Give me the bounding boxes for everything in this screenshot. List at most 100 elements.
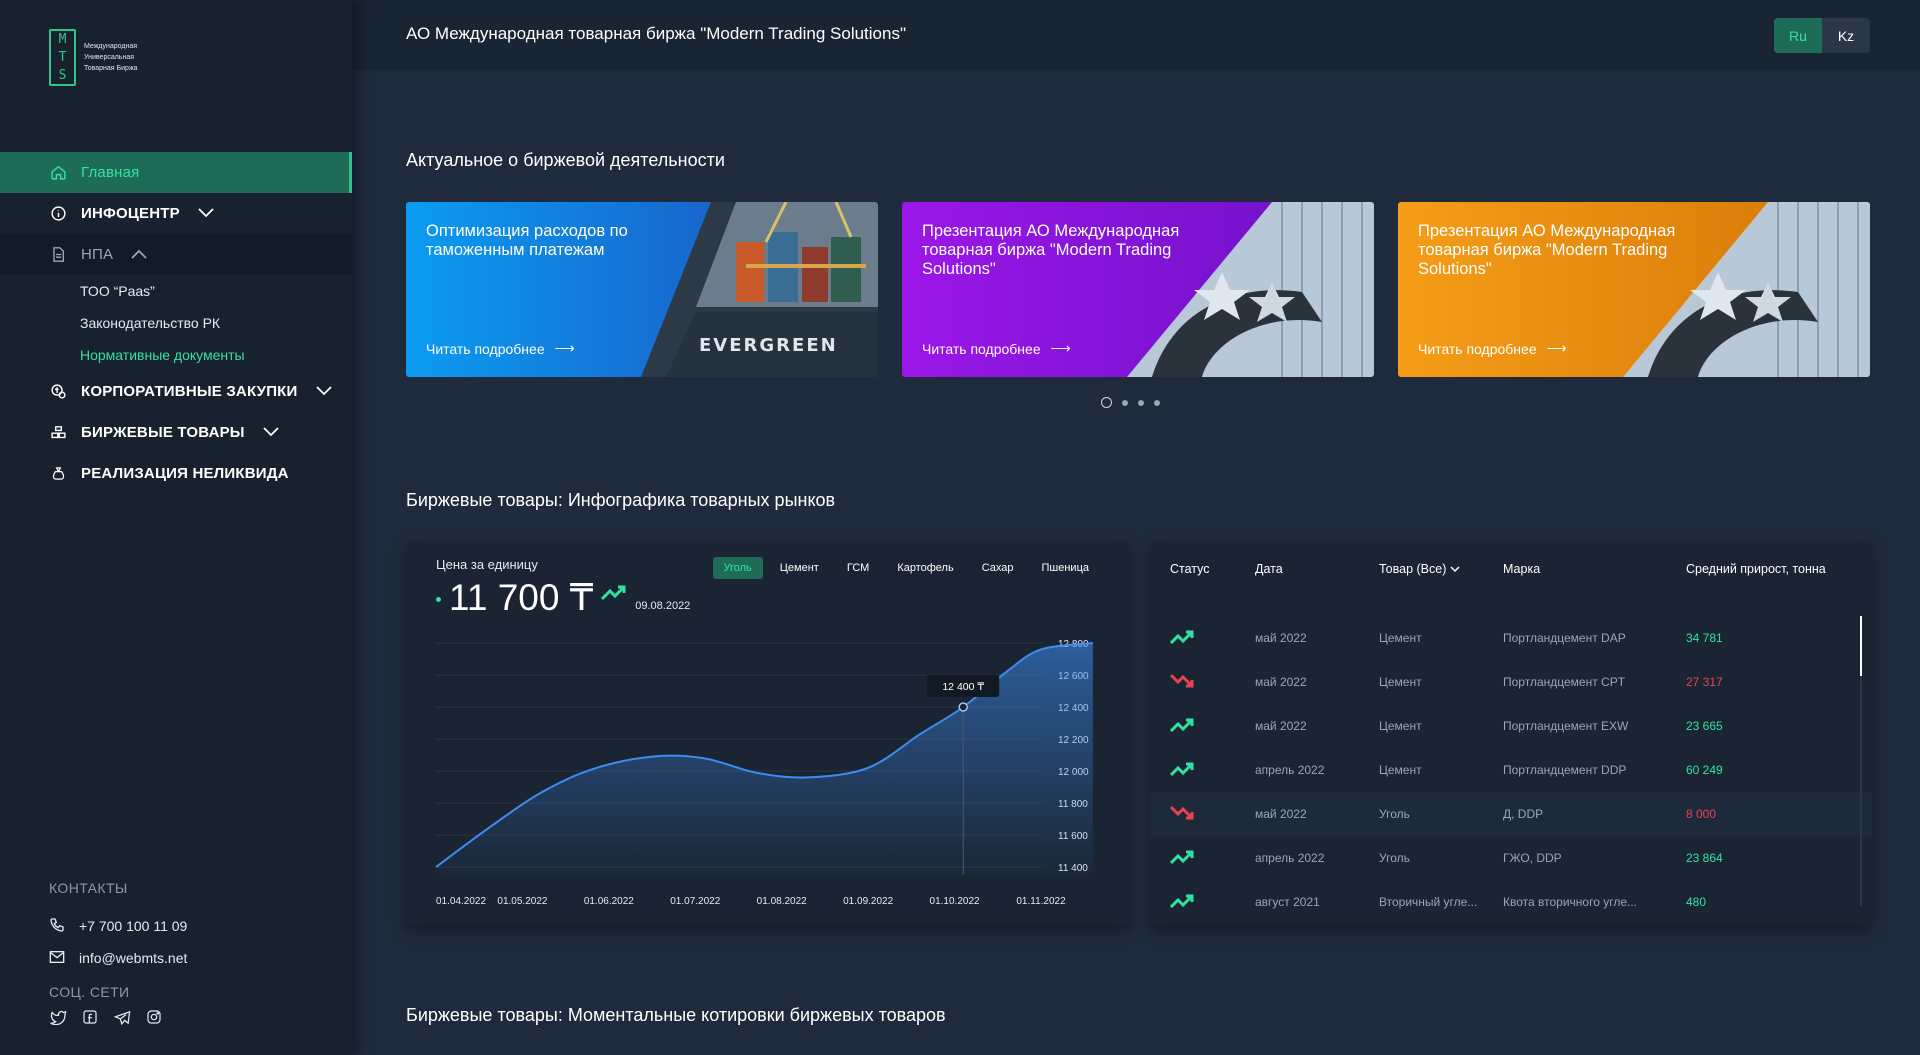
cell-date: апрель 2022 [1255,763,1325,777]
tooltip-point [958,702,968,712]
x-tick-label: 01.06.2022 [584,896,634,907]
npa-submenu: ТОО “Paas” Законодательство РК Нормативн… [0,275,352,371]
scrollbar-thumb[interactable] [1860,616,1862,676]
submenu-item-paas[interactable]: ТОО “Paas” [80,275,352,307]
sidebar-item-label: Главная [81,164,140,181]
phone-icon [49,917,65,936]
sidebar-item-home[interactable]: Главная [0,152,352,193]
table-header: Статус Дата Товар (Все) Марка Средний пр… [1151,541,1872,597]
trend-down-icon [1151,673,1255,692]
header-growth[interactable]: Средний прирост, тонна [1686,562,1846,576]
x-tick-label: 01.04.2022 [436,896,486,907]
email-address: info@webmts.net [79,950,188,966]
contacts: КОНТАКТЫ +7 700 100 11 09 info@webmts.ne… [49,880,329,1026]
sidebar-item-label: ИНФОЦЕНТР [81,205,180,222]
header-date[interactable]: Дата [1255,562,1379,576]
table-row[interactable]: апрель 2022 Цемент Портландцемент DDP 60 24… [1151,748,1872,792]
chevron-down-icon [263,424,279,441]
news-card-presentation-1[interactable]: Презентация АО Международная товарная би… [902,202,1374,377]
home-icon [49,164,67,182]
x-tick-label: 01.05.2022 [497,896,547,907]
header-status[interactable]: Статус [1151,562,1255,576]
x-tick-label: 01.08.2022 [757,896,807,907]
cell-goods: Цемент [1379,719,1422,733]
cell-growth: 60 249 [1686,763,1723,777]
read-more-link[interactable]: Читать подробнее ⟶ [426,340,575,357]
carousel-dot[interactable] [1101,397,1112,408]
chevron-down-icon [1450,562,1460,576]
sidebar-item-label: НПА [81,246,114,263]
phone-number: +7 700 100 11 09 [79,918,188,934]
cell-growth: 27 317 [1686,675,1723,689]
sidebar-item-npa[interactable]: НПА [0,234,352,275]
logo-text: Международная Универсальная Товарная Бир… [84,43,138,72]
cell-date: май 2022 [1255,631,1307,645]
social-title: СОЦ. СЕТИ [49,984,130,1000]
phone-link[interactable]: +7 700 100 11 09 [49,910,329,942]
logo[interactable]: M T S Международная Универсальная Товарн… [49,29,138,86]
trend-up-icon [1151,849,1255,868]
sidebar-item-label: БИРЖЕВЫЕ ТОВАРЫ [81,424,245,441]
news-card-customs[interactable]: EVERGREEN Оптимизация расходов по таможе… [406,202,878,377]
read-more-link[interactable]: Читать подробнее ⟶ [922,340,1071,357]
submenu-item-normative-docs[interactable]: Нормативные документы [80,339,352,371]
trend-up-icon [1151,893,1255,912]
table-scrollbar[interactable] [1860,616,1862,906]
contacts-title: КОНТАКТЫ [49,880,128,896]
cell-goods: Уголь [1379,851,1410,865]
carousel-dot[interactable] [1154,399,1160,406]
page-title: АО Международная товарная биржа "Modern … [406,24,906,43]
lang-ru-button[interactable]: Ru [1774,18,1822,53]
goods-icon [49,424,67,442]
infographic-section-title: Биржевые товары: Инфографика товарных ры… [406,490,836,510]
carousel-dots [1101,397,1160,408]
ship-label: EVERGREEN [699,335,838,356]
mail-icon [49,950,65,967]
cell-goods: Цемент [1379,675,1422,689]
submenu-item-legislation[interactable]: Законодательство РК [80,307,352,339]
telegram-icon[interactable] [113,1008,131,1026]
sidebar-nav: Главная ИНФОЦЕНТР НПА ТОО “Paas” Законод… [0,152,352,494]
news-card-text: Презентация АО Международная товарная би… [1418,222,1676,278]
carousel-dot[interactable] [1138,399,1144,406]
carousel-dot[interactable] [1122,399,1128,406]
cell-goods: Цемент [1379,631,1422,645]
sidebar-item-procurement[interactable]: КОРПОРАТИВНЫЕ ЗАКУПКИ [0,371,352,412]
logo-mark: M T S [49,29,76,86]
twitter-icon[interactable] [49,1008,67,1026]
trend-up-icon [1151,629,1255,648]
lang-kz-button[interactable]: Kz [1822,18,1870,53]
read-more-link[interactable]: Читать подробнее ⟶ [1418,340,1567,357]
news-card-presentation-2[interactable]: Презентация АО Международная товарная би… [1398,202,1870,377]
header-goods-filter[interactable]: Товар (Все) [1379,562,1503,576]
trend-up-icon [1151,717,1255,736]
sidebar-item-goods[interactable]: БИРЖЕВЫЕ ТОВАРЫ [0,412,352,453]
table-row[interactable]: май 2022 Цемент Портландцемент EXW 23 665 [1151,704,1872,748]
sidebar-item-illiquid[interactable]: РЕАЛИЗАЦИЯ НЕЛИКВИДА [0,453,352,494]
cell-brand: Д, DDP [1503,807,1544,821]
table-row[interactable]: май 2022 Цемент Портландцемент DAP 34 781 [1151,616,1872,660]
cell-brand: ГЖО, DDP [1503,851,1562,865]
facebook-icon[interactable] [81,1008,99,1026]
document-icon [49,246,67,264]
cell-goods: Вторичный угле... [1379,895,1478,909]
arrow-right-icon: ⟶ [554,340,575,356]
cell-date: май 2022 [1255,807,1307,821]
cell-growth: 23 665 [1686,719,1723,733]
sidebar-item-infocenter[interactable]: ИНФОЦЕНТР [0,193,352,234]
email-link[interactable]: info@webmts.net [49,942,329,974]
tooltip-label: 12 400 ₸ [942,681,984,693]
sidebar-item-label: КОРПОРАТИВНЫЕ ЗАКУПКИ [81,383,298,400]
table-row[interactable]: апрель 2022 Уголь ГЖО, DDP 23 864 [1151,836,1872,880]
table-row[interactable]: август 2021 Вторичный угле... Квота вторич… [1151,880,1872,924]
table-row[interactable]: май 2022 Цемент Портландцемент CPT 27 317 [1151,660,1872,704]
cell-growth: 8 000 [1686,807,1717,821]
news-card-text: Презентация АО Международная товарная би… [922,222,1180,278]
header-brand[interactable]: Марка [1503,562,1686,576]
cell-date: август 2021 [1255,895,1320,909]
instagram-icon[interactable] [145,1008,163,1026]
arrow-right-icon: ⟶ [1050,340,1071,356]
chevron-down-icon [198,205,214,222]
table-row[interactable]: май 2022 Уголь Д, DDP 8 000 [1151,792,1872,836]
price-chart[interactable]: 12 80012 60012 40012 20012 00011 80011 6… [406,541,1130,925]
